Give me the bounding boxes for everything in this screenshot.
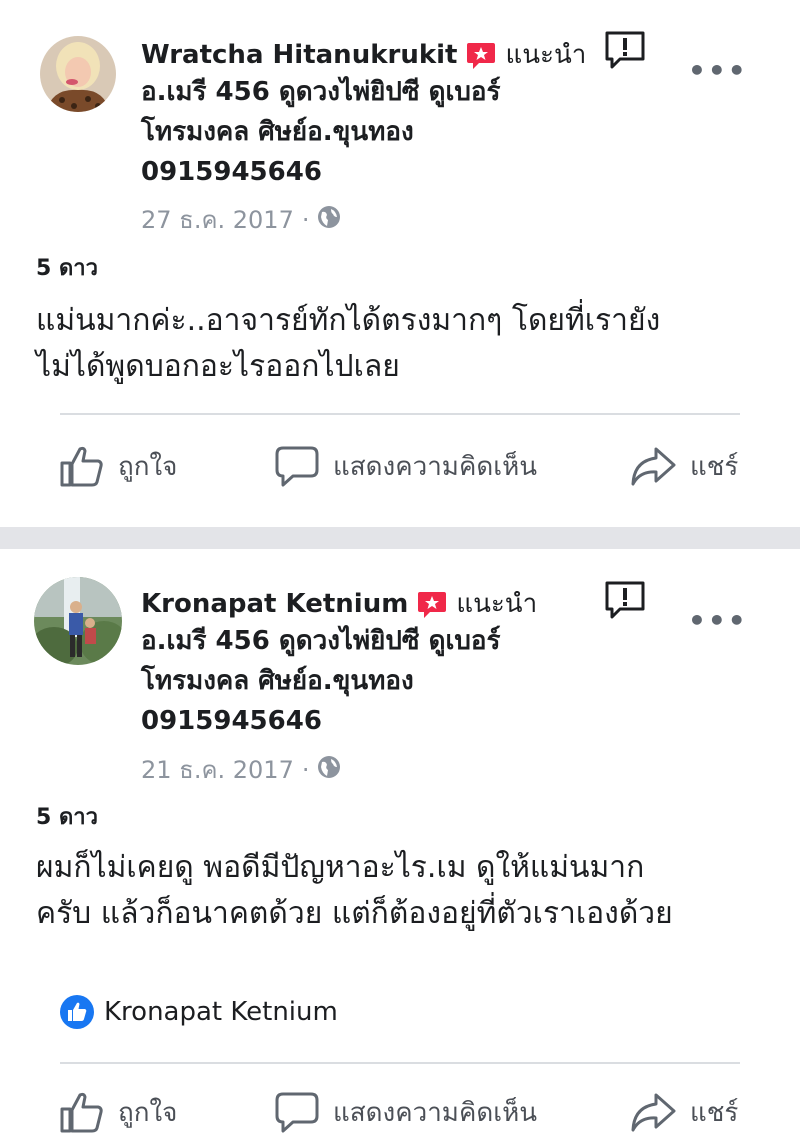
recommends-label: แนะนำ	[505, 40, 587, 70]
recommend-badge-icon	[416, 588, 448, 620]
post-date[interactable]: 27 ธ.ค. 2017	[141, 200, 294, 239]
share-label: แชร์	[690, 451, 739, 482]
review-line: ครับ แล้วก็อนาคตด้วย แต่ก็ต้องอยู่ที่ตัว…	[36, 896, 673, 931]
liker-name: Kronapat Ketnium	[104, 997, 338, 1027]
star-rating: 5 ดาว	[36, 256, 98, 281]
review-line: แม่นมากค่ะ..อาจารย์ทักได้ตรงมากๆ โดยที่เ…	[36, 303, 661, 338]
post-separator	[0, 527, 800, 549]
report-icon[interactable]	[604, 580, 646, 619]
liked-by[interactable]: Kronapat Ketnium	[60, 995, 338, 1029]
post-date[interactable]: 21 ธ.ค. 2017	[141, 750, 294, 789]
recommend-badge-icon	[465, 39, 497, 71]
review-post: Kronapat Ketnium แนะนำ อ.เมรี 456 ดูดวงไ…	[0, 549, 800, 1137]
more-options-icon[interactable]: •••	[688, 54, 748, 87]
like-button[interactable]: ถูกใจ	[60, 445, 177, 487]
thumbs-up-icon	[60, 446, 103, 487]
review-post: Wratcha Hitanukrukit แนะนำ อ.เมรี 456 ดู…	[0, 0, 800, 527]
post-meta: 27 ธ.ค. 2017 ·	[141, 200, 341, 239]
recommends-label: แนะนำ	[456, 589, 538, 619]
like-label: ถูกใจ	[118, 451, 178, 482]
like-label: ถูกใจ	[118, 1097, 178, 1128]
page-name-line-1[interactable]: อ.เมรี 456 ดูดวงไพ่ยิปซี ดูเบอร์	[141, 621, 500, 661]
globe-icon	[317, 755, 341, 785]
divider	[60, 1062, 740, 1064]
share-button[interactable]: แชร์	[630, 1091, 738, 1133]
page-name-line-2[interactable]: โทรมงคล ศิษย์อ.ขุนทอง	[141, 661, 414, 701]
page-name-line-2[interactable]: โทรมงคล ศิษย์อ.ขุนทอง	[141, 112, 414, 152]
review-line: ผมก็ไม่เคยดู พอดีมีปัญหาอะไร.เม ดูให้แม่…	[36, 850, 645, 885]
review-text: แม่นมากค่ะ..อาจารย์ทักได้ตรงมากๆ โดยที่เ…	[36, 298, 776, 390]
comment-button[interactable]: แสดงความคิดเห็น	[275, 1091, 537, 1133]
comment-bubble-icon	[275, 1092, 319, 1133]
page-name-line-3[interactable]: 0915945646	[141, 152, 322, 192]
avatar[interactable]	[34, 577, 122, 665]
share-label: แชร์	[690, 1097, 739, 1128]
divider	[60, 413, 740, 415]
thumbs-up-icon	[60, 1092, 103, 1133]
star-rating: 5 ดาว	[36, 805, 98, 830]
comment-label: แสดงความคิดเห็น	[333, 451, 538, 482]
author-name[interactable]: Kronapat Ketnium	[141, 589, 408, 619]
page-name-line-3[interactable]: 0915945646	[141, 701, 322, 741]
comment-button[interactable]: แสดงความคิดเห็น	[275, 445, 537, 487]
report-icon[interactable]	[604, 30, 646, 69]
like-reaction-icon	[60, 995, 94, 1029]
author-name[interactable]: Wratcha Hitanukrukit	[141, 40, 457, 70]
author-line: Wratcha Hitanukrukit แนะนำ	[141, 34, 586, 75]
more-options-icon[interactable]: •••	[688, 604, 748, 637]
author-line: Kronapat Ketnium แนะนำ	[141, 583, 537, 624]
comment-bubble-icon	[275, 446, 319, 487]
post-meta: 21 ธ.ค. 2017 ·	[141, 750, 341, 789]
share-button[interactable]: แชร์	[630, 445, 738, 487]
avatar[interactable]	[40, 36, 116, 112]
review-line: ไม่ได้พูดบอกอะไรออกไปเลย	[36, 349, 400, 384]
share-arrow-icon	[631, 447, 676, 486]
share-arrow-icon	[631, 1093, 676, 1132]
review-text: ผมก็ไม่เคยดู พอดีมีปัญหาอะไร.เม ดูให้แม่…	[36, 845, 776, 937]
like-button[interactable]: ถูกใจ	[60, 1091, 177, 1133]
page-name-line-1[interactable]: อ.เมรี 456 ดูดวงไพ่ยิปซี ดูเบอร์	[141, 72, 500, 112]
globe-icon	[317, 205, 341, 235]
comment-label: แสดงความคิดเห็น	[333, 1097, 538, 1128]
